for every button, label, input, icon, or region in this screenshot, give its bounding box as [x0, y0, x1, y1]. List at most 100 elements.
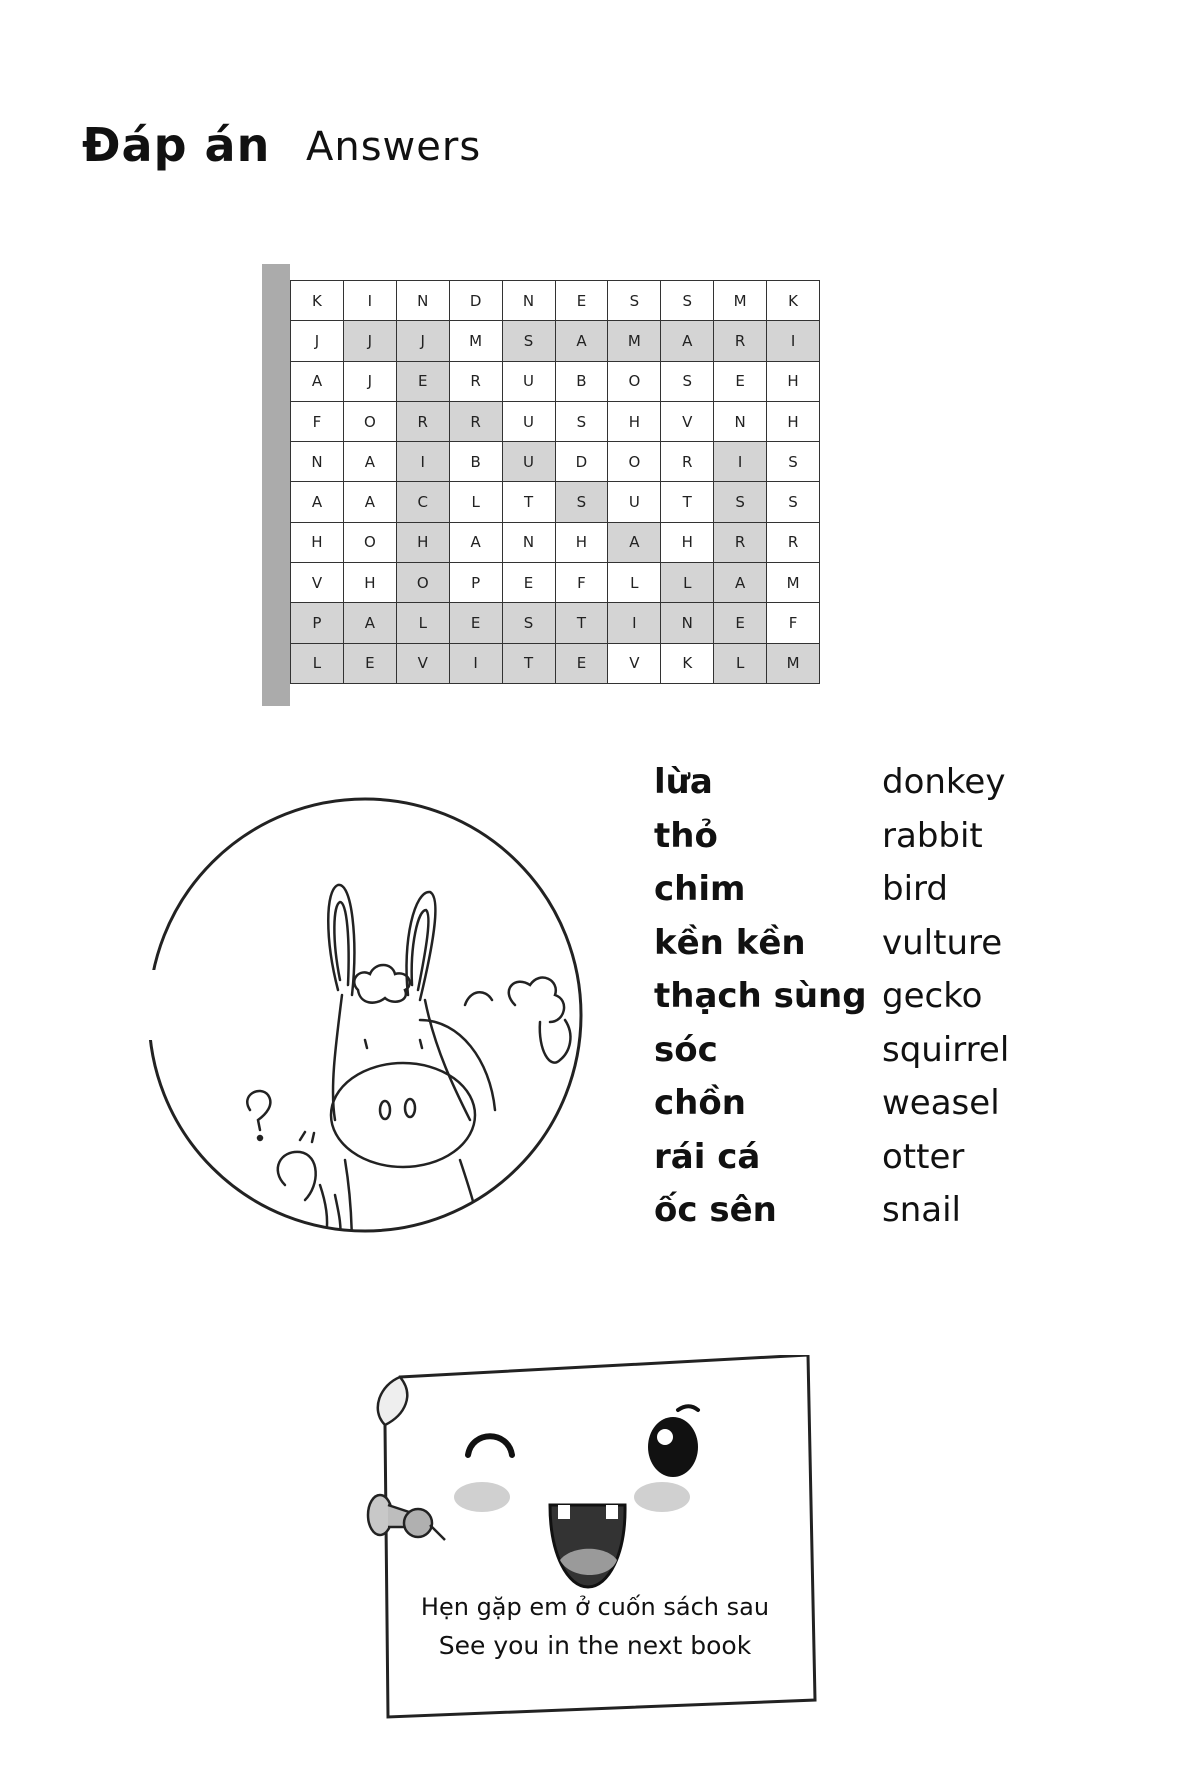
grid-cell: H	[608, 401, 662, 443]
grid-cell: E	[714, 603, 768, 644]
grid-cell: K	[661, 643, 715, 684]
grid-cell: U	[608, 482, 662, 523]
grid-cell: A	[449, 522, 503, 564]
grid-cell: I	[608, 603, 662, 644]
grid-cell: C	[396, 482, 450, 523]
grid-cell: P	[291, 603, 344, 644]
grid-cell: A	[714, 563, 768, 604]
grid-cell: R	[396, 401, 450, 443]
grid-cell: T	[502, 643, 556, 684]
note-text-vietnamese: Hẹn gặp em ở cuốn sách sau	[420, 1593, 770, 1621]
grid-cell: S	[767, 442, 820, 483]
grid-cell: H	[767, 401, 820, 443]
grid-cell: N	[502, 281, 556, 322]
vocabulary-word-vietnamese: sóc	[654, 1029, 718, 1070]
vocabulary-word-english: gecko	[882, 976, 983, 1016]
grid-cell: N	[714, 401, 768, 443]
grid-cell: M	[714, 281, 768, 322]
grid-cell: A	[343, 442, 397, 483]
grid-cell: H	[661, 522, 715, 564]
grid-cell: K	[767, 281, 820, 322]
vocabulary-row: lừa donkey	[654, 762, 1074, 810]
vocabulary-word-english: otter	[882, 1136, 965, 1177]
grid-cell: H	[343, 563, 397, 604]
grid-cell: S	[714, 482, 768, 523]
grid-cell: M	[767, 563, 820, 604]
grid-cell: E	[343, 643, 397, 684]
grid-cell: V	[608, 643, 662, 684]
grid-cell: E	[449, 603, 503, 644]
vocabulary-word-vietnamese: kền kền	[654, 922, 806, 963]
grid-cell: L	[291, 643, 344, 684]
vocabulary-word-vietnamese: chồn	[654, 1083, 746, 1123]
vocabulary-row: kền kền vulture	[654, 923, 1074, 971]
grid-cell: T	[502, 482, 556, 523]
vocabulary-row: ốc sên snail	[654, 1190, 1074, 1238]
vocabulary-row: rái cá otter	[654, 1137, 1074, 1185]
grid-cell: B	[449, 442, 503, 483]
grid-cell: O	[608, 361, 662, 402]
grid-cell: A	[555, 321, 609, 362]
grid-cell: R	[661, 442, 715, 483]
grid-cell: M	[608, 321, 662, 362]
grid-cell: J	[343, 361, 397, 402]
grid-cell: E	[555, 281, 609, 322]
grid-cell: U	[502, 361, 556, 402]
left-cheek	[454, 1482, 510, 1512]
grid-cell: S	[608, 281, 662, 322]
grid-cell: A	[608, 522, 662, 564]
grid-cell: S	[767, 482, 820, 523]
smiling-paper-icon	[366, 1355, 817, 1719]
grid-cell: E	[555, 643, 609, 684]
note-text-english: See you in the next book	[438, 1631, 752, 1660]
vocabulary-word-english: snail	[882, 1190, 961, 1230]
vocabulary-word-english: donkey	[882, 762, 1006, 802]
grid-cell: V	[661, 401, 715, 443]
vocabulary-row: chim bird	[654, 869, 1074, 917]
grid-cell: A	[343, 603, 397, 644]
grid-cell: S	[661, 281, 715, 322]
vocabulary-row: chồn weasel	[654, 1083, 1074, 1131]
grid-cell: L	[608, 563, 662, 604]
grid-cell: H	[555, 522, 609, 564]
grid-side-bar	[262, 264, 290, 706]
grid-cell: I	[767, 321, 820, 362]
grid-cell: L	[449, 482, 503, 523]
grid-cell: L	[396, 603, 450, 644]
grid-cell: U	[502, 401, 556, 443]
grid-cell: R	[449, 361, 503, 402]
grid-cell: D	[449, 281, 503, 322]
vocabulary-row: sóc squirrel	[654, 1030, 1074, 1078]
grid-cell: R	[714, 522, 768, 564]
grid-cell: L	[714, 643, 768, 684]
grid-cell: U	[502, 442, 556, 483]
grid-cell: D	[555, 442, 609, 483]
page-title-vietnamese: Đáp án	[82, 118, 271, 172]
animal-illustration	[120, 790, 610, 1240]
right-cheek	[634, 1482, 690, 1512]
grid-cell: A	[661, 321, 715, 362]
grid-cell: O	[396, 563, 450, 604]
grid-cell: J	[396, 321, 450, 362]
vocabulary-word-vietnamese: chim	[654, 869, 746, 909]
grid-cell: S	[555, 401, 609, 443]
grid-cell: V	[291, 563, 344, 604]
grid-cell: T	[555, 603, 609, 644]
grid-cell: M	[767, 643, 820, 684]
grid-cell: O	[343, 401, 397, 443]
grid-cell: H	[767, 361, 820, 402]
grid-cell: F	[555, 563, 609, 604]
grid-cell: R	[767, 522, 820, 564]
grid-cell: B	[555, 361, 609, 402]
grid-cell: R	[449, 401, 503, 443]
grid-cell: E	[396, 361, 450, 402]
vocabulary-word-english: rabbit	[882, 815, 983, 856]
grid-cell: S	[502, 603, 556, 644]
grid-cell: M	[449, 321, 503, 362]
vocabulary-word-vietnamese: thỏ	[654, 815, 718, 856]
grid-cell: S	[555, 482, 609, 523]
grid-cell: I	[396, 442, 450, 483]
vocabulary-word-english: bird	[882, 869, 948, 909]
word-search-grid: KINDNESSMKJJJMSAMARIAJERUBOSEHFORRUSHVNH…	[290, 280, 820, 684]
vocabulary-word-vietnamese: ốc sên	[654, 1190, 777, 1230]
